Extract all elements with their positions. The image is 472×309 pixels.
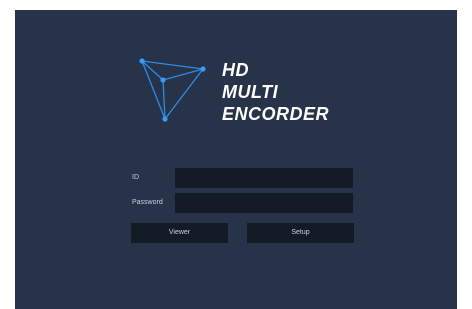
brand-line-multi: MULTI (222, 82, 279, 102)
setup-button[interactable]: Setup (247, 223, 354, 243)
product-name: HD MULTI ENCORDER (222, 59, 329, 125)
login-panel: HD MULTI ENCORDER ID Password Viewer Set… (15, 10, 457, 309)
id-input[interactable] (175, 168, 353, 188)
password-label: Password (132, 199, 163, 206)
password-input[interactable] (175, 193, 353, 213)
triangle-network-icon (139, 58, 206, 122)
viewer-button[interactable]: Viewer (131, 223, 228, 243)
brand-line-hd: HD (222, 60, 249, 80)
id-label: ID (132, 174, 139, 181)
brand-line-encorder: ENCORDER (222, 104, 330, 124)
